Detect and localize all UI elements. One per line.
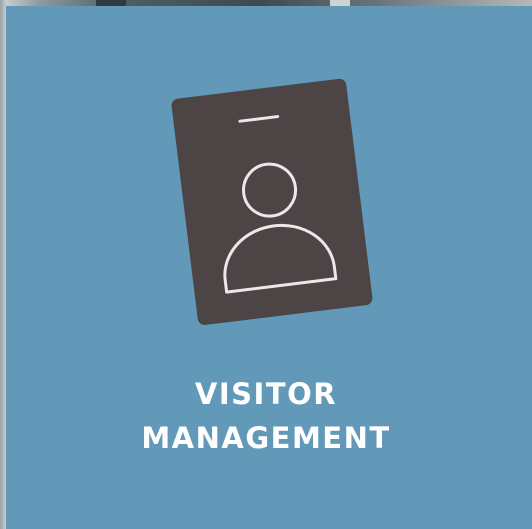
badge-card <box>171 78 373 325</box>
visitor-badge-icon <box>171 78 373 325</box>
tile-title: VISITOR MANAGEMENT <box>6 372 526 460</box>
tile-title-line2: MANAGEMENT <box>141 421 391 455</box>
tile-title-line1: VISITOR <box>194 377 338 411</box>
